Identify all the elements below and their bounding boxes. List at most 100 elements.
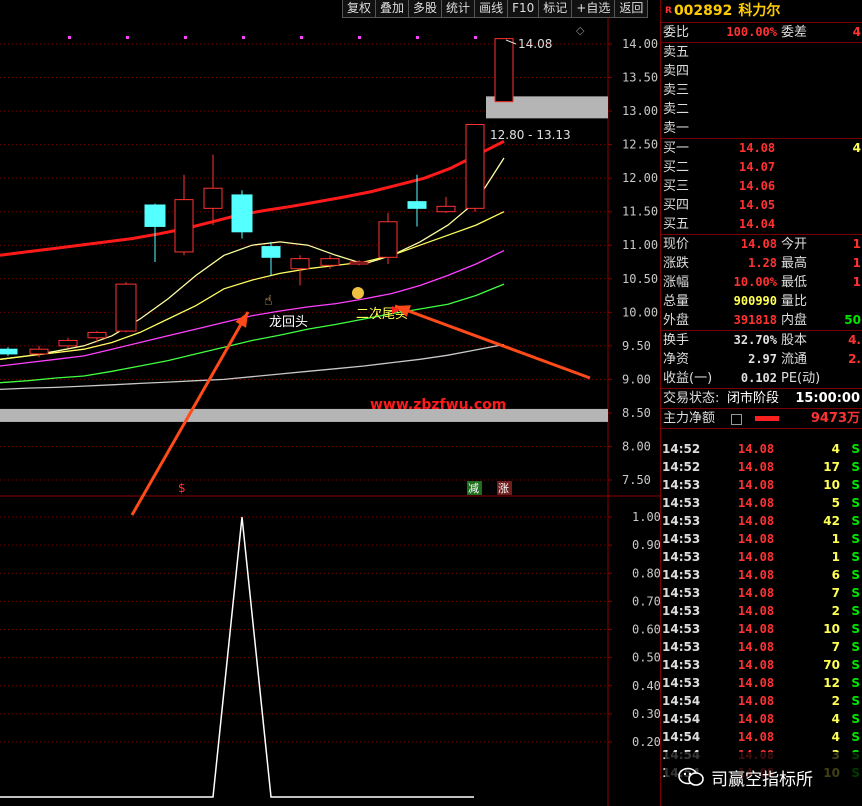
- toolbar-button[interactable]: 统计: [441, 0, 476, 18]
- toolbar-button[interactable]: +自选: [571, 0, 616, 18]
- tick-volume: 7: [831, 586, 840, 600]
- candle-body: [320, 258, 340, 266]
- tick-price: 14.08: [738, 694, 775, 708]
- buy-book: 买一 14.08 4 买二 14.07 买三 14.06 买四 14.05 买五 14.04: [661, 139, 862, 235]
- toolbar-button[interactable]: 复权: [342, 0, 377, 18]
- tick-row: 14:53 14.08 12 S: [660, 674, 862, 692]
- tick-time: 14:52: [662, 460, 701, 474]
- price-tick-label: 13.00: [622, 104, 658, 118]
- stat-row: 涨幅 10.00% 最低 1: [661, 273, 862, 292]
- tick-list[interactable]: 14:52 14.08 4 S 14:52 14.08 17 S 14:53 14.08 10 S 14…: [660, 440, 862, 782]
- weicha-label: 委差: [781, 25, 808, 40]
- tick-price: 14.08: [738, 478, 775, 492]
- stat-row: 收益(一) 0.102 PE(动): [661, 369, 862, 388]
- stat-label-2: 内盘: [781, 313, 808, 328]
- toolbar-button[interactable]: 多股: [408, 0, 443, 18]
- signal-dot: [358, 36, 361, 39]
- tick-side: S: [851, 496, 860, 510]
- tick-volume: 1: [831, 550, 840, 564]
- price-tick-label: 10.00: [622, 305, 658, 319]
- list-icon[interactable]: [731, 414, 742, 425]
- toolbar-button[interactable]: 标记: [538, 0, 573, 18]
- tick-row: 14:53 14.08 5 S: [660, 494, 862, 512]
- stat-value-2: 2.: [848, 352, 861, 366]
- stat-label: 换手: [663, 333, 690, 348]
- tick-volume: 7: [831, 640, 840, 654]
- signal-dot: [300, 36, 303, 39]
- buy-row: 买三 14.06: [661, 177, 862, 196]
- tick-side: S: [851, 550, 860, 564]
- sell-label: 卖三: [663, 83, 690, 98]
- stat-row: 涨跌 1.28 最高 1: [661, 254, 862, 273]
- tick-volume: 4: [831, 730, 840, 744]
- tick-row: 14:53 14.08 1 S: [660, 530, 862, 548]
- sell-row: 卖一: [661, 119, 862, 138]
- rise-marker: 涨: [498, 482, 509, 495]
- tick-price: 14.08: [738, 622, 775, 636]
- candle-body: [290, 258, 310, 270]
- indicator-line: [0, 516, 474, 798]
- tick-price: 14.08: [738, 532, 775, 546]
- sell-label: 卖一: [663, 121, 690, 136]
- tick-row: 14:53 14.08 7 S: [660, 638, 862, 656]
- status-row: 交易状态: 闭市阶段 15:00:00: [661, 389, 862, 409]
- toolbar-button[interactable]: F10: [507, 0, 540, 18]
- sell-label: 卖四: [663, 64, 690, 79]
- toolbar-button[interactable]: 返回: [614, 0, 649, 18]
- toolbar-button[interactable]: 画线: [474, 0, 509, 18]
- stat-value-2: 50: [844, 313, 861, 327]
- price-tick-label: 11.50: [622, 205, 658, 219]
- tick-time: 14:53: [662, 496, 701, 510]
- buy-volume: 4: [852, 141, 861, 155]
- reduce-marker: 减: [468, 482, 479, 495]
- stock-code: 002892: [673, 3, 733, 19]
- tick-volume: 12: [823, 676, 840, 690]
- status-time: 15:00:00: [795, 391, 860, 406]
- tick-time: 14:53: [662, 658, 701, 672]
- stat-label: 收益(一): [663, 371, 713, 386]
- price-tick-label: 8.00: [622, 439, 651, 453]
- tick-price: 14.08: [738, 568, 775, 582]
- stat-label: 净资: [663, 352, 690, 367]
- tick-price: 14.08: [738, 496, 775, 510]
- stock-name: 科力尔: [738, 3, 781, 19]
- tick-row: 14:53 14.08 10 S: [660, 476, 862, 494]
- ind-tick-label: 0.80: [632, 566, 660, 580]
- tick-time: 14:54: [662, 694, 701, 708]
- net-bar: [755, 416, 779, 421]
- tick-time: 14:53: [662, 568, 701, 582]
- market-tag: R: [665, 6, 672, 16]
- tick-volume: 4: [831, 712, 840, 726]
- signal-dot: [416, 36, 419, 39]
- signal-dot: [474, 36, 477, 39]
- ind-tick-label: 0.20: [632, 735, 660, 749]
- buy-label: 买五: [663, 217, 690, 232]
- stat-label-2: PE(动): [781, 371, 821, 386]
- sell-row: 卖三: [661, 81, 862, 100]
- stat-label: 总量: [663, 294, 690, 309]
- candle-body: [58, 339, 78, 347]
- arrow-right: [394, 304, 591, 380]
- stat-row: 现价 14.08 今开 1: [661, 235, 862, 254]
- resistance-label: 12.80 - 13.13: [490, 128, 571, 142]
- tick-side: S: [851, 568, 860, 582]
- tick-side: S: [851, 640, 860, 654]
- price-tick-label: 9.00: [622, 372, 651, 386]
- candle-body: [174, 199, 194, 253]
- stat-value: 900990: [733, 294, 777, 308]
- status-value: 闭市阶段: [727, 391, 780, 406]
- tick-side: S: [851, 442, 860, 456]
- tick-time: 14:53: [662, 550, 701, 564]
- candle-body: [407, 201, 427, 209]
- hand-icon: ☝: [264, 293, 273, 309]
- kline-chart[interactable]: 14.00 13.50 13.00 12.50 12.00 11.50 11.00 10.50…: [0, 0, 660, 806]
- stat-row: 总量 900990 量比: [661, 292, 862, 311]
- sell-label: 卖五: [663, 45, 690, 60]
- tick-time: 14:54: [662, 712, 701, 726]
- toolbar-button[interactable]: 叠加: [375, 0, 410, 18]
- buy-row: 买二 14.07: [661, 158, 862, 177]
- buy-row: 买四 14.05: [661, 196, 862, 215]
- ind-tick-label: 0.90: [632, 538, 660, 552]
- stats-block: 现价 14.08 今开 1 涨跌 1.28 最高 1 涨幅 10.00% 最低 1 总量 900990 量比…: [661, 235, 862, 331]
- signal-dot: [68, 36, 71, 39]
